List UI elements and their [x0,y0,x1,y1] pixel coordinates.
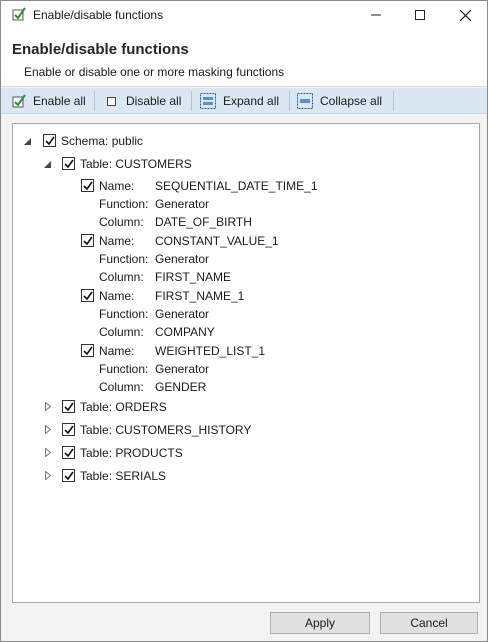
checkmark-icon [63,425,74,434]
close-button[interactable] [442,1,488,29]
column-label: Column: [99,380,144,394]
collapse-all-icon [297,93,313,109]
function-name-value: WEIGHTED_LIST_1 [155,344,266,358]
dialog-header: Enable/disable functions Enable or disab… [1,29,487,87]
table-customers-label: Table: CUSTOMERS [80,157,192,171]
name-label: Name: [99,289,135,303]
toolbar-divider [94,91,95,111]
expand-all-label: Expand all [223,94,280,108]
schema-label: Schema: public [61,134,144,148]
schema-checkbox[interactable] [43,134,56,147]
function-label: Function: [99,362,149,376]
disable-all-button[interactable]: Disable all [101,90,185,112]
checkmark-icon [63,471,74,480]
checkmark-icon [63,159,74,168]
checkmark-icon [44,136,55,145]
function-checkbox[interactable] [81,179,94,192]
checkmark-icon [63,448,74,457]
function-type-value: Generator [155,307,210,321]
function-type-value: Generator [155,197,210,211]
table-orders-label: Table: ORDERS [80,400,167,414]
minimize-icon [371,14,381,16]
expand-all-icon [200,93,216,109]
function-checkbox[interactable] [81,234,94,247]
column-label: Column: [99,270,144,284]
function-type-value: Generator [155,252,210,266]
collapse-all-button[interactable]: Collapse all [293,90,386,112]
table-customers-history-checkbox[interactable] [62,423,75,436]
enable-all-label: Enable all [33,94,86,108]
maximize-icon [415,10,425,20]
function-checkbox[interactable] [81,344,94,357]
function-tree[interactable]: Schema: public Table: CUSTOMERS Name: SE… [12,123,480,603]
function-name-value: SEQUENTIAL_DATE_TIME_1 [155,179,318,193]
close-icon [459,9,471,21]
checklist-app-icon [12,7,26,21]
check-icon [12,94,26,108]
table-products-label: Table: PRODUCTS [80,446,183,460]
dialog-title: Enable/disable functions [12,41,189,58]
toolbar-divider [393,91,394,111]
table-products-checkbox[interactable] [62,446,75,459]
name-label: Name: [99,344,135,358]
collapse-arrow-icon[interactable] [22,136,32,146]
column-label: Column: [99,215,144,229]
checkmark-icon [82,346,93,355]
disable-all-label: Disable all [126,94,182,108]
table-serials-checkbox[interactable] [62,469,75,482]
maximize-button[interactable] [397,1,443,29]
name-label: Name: [99,234,135,248]
column-value: COMPANY [155,325,215,339]
expand-arrow-icon[interactable] [43,424,53,434]
checkmark-icon [63,402,74,411]
dialog-subtitle: Enable or disable one or more masking fu… [24,65,285,79]
function-label: Function: [99,197,149,211]
table-orders-checkbox[interactable] [62,400,75,413]
function-label: Function: [99,307,149,321]
empty-checkbox-icon [107,97,116,106]
table-customers-history-label: Table: CUSTOMERS_HISTORY [80,423,252,437]
toolbar-divider [191,91,192,111]
column-value: GENDER [155,380,207,394]
cancel-button[interactable]: Cancel [380,612,478,634]
function-label: Function: [99,252,149,266]
collapse-all-label: Collapse all [320,94,383,108]
column-label: Column: [99,325,144,339]
expand-arrow-icon[interactable] [43,401,53,411]
dialog-window: Enable/disable functions Enable/disable … [0,0,488,642]
function-checkbox[interactable] [81,289,94,302]
checkmark-icon [82,181,93,190]
column-value: FIRST_NAME [155,270,232,284]
expand-all-button[interactable]: Expand all [196,90,283,112]
checkmark-icon [82,236,93,245]
column-value: DATE_OF_BIRTH [155,215,252,229]
expand-arrow-icon[interactable] [43,470,53,480]
function-name-value: FIRST_NAME_1 [155,289,245,303]
table-customers-checkbox[interactable] [62,157,75,170]
name-label: Name: [99,179,135,193]
toolbar-divider [289,91,290,111]
checkmark-icon [82,291,93,300]
title-bar: Enable/disable functions [1,1,487,29]
expand-arrow-icon[interactable] [43,447,53,457]
window-title: Enable/disable functions [33,8,164,22]
apply-button[interactable]: Apply [270,612,370,634]
enable-all-button[interactable]: Enable all [8,90,90,112]
toolbar: Enable all Disable all Expand all Collap… [1,88,487,114]
function-type-value: Generator [155,362,210,376]
table-serials-label: Table: SERIALS [80,469,167,483]
collapse-arrow-icon[interactable] [42,159,52,169]
function-name-value: CONSTANT_VALUE_1 [155,234,279,248]
minimize-button[interactable] [353,1,399,29]
